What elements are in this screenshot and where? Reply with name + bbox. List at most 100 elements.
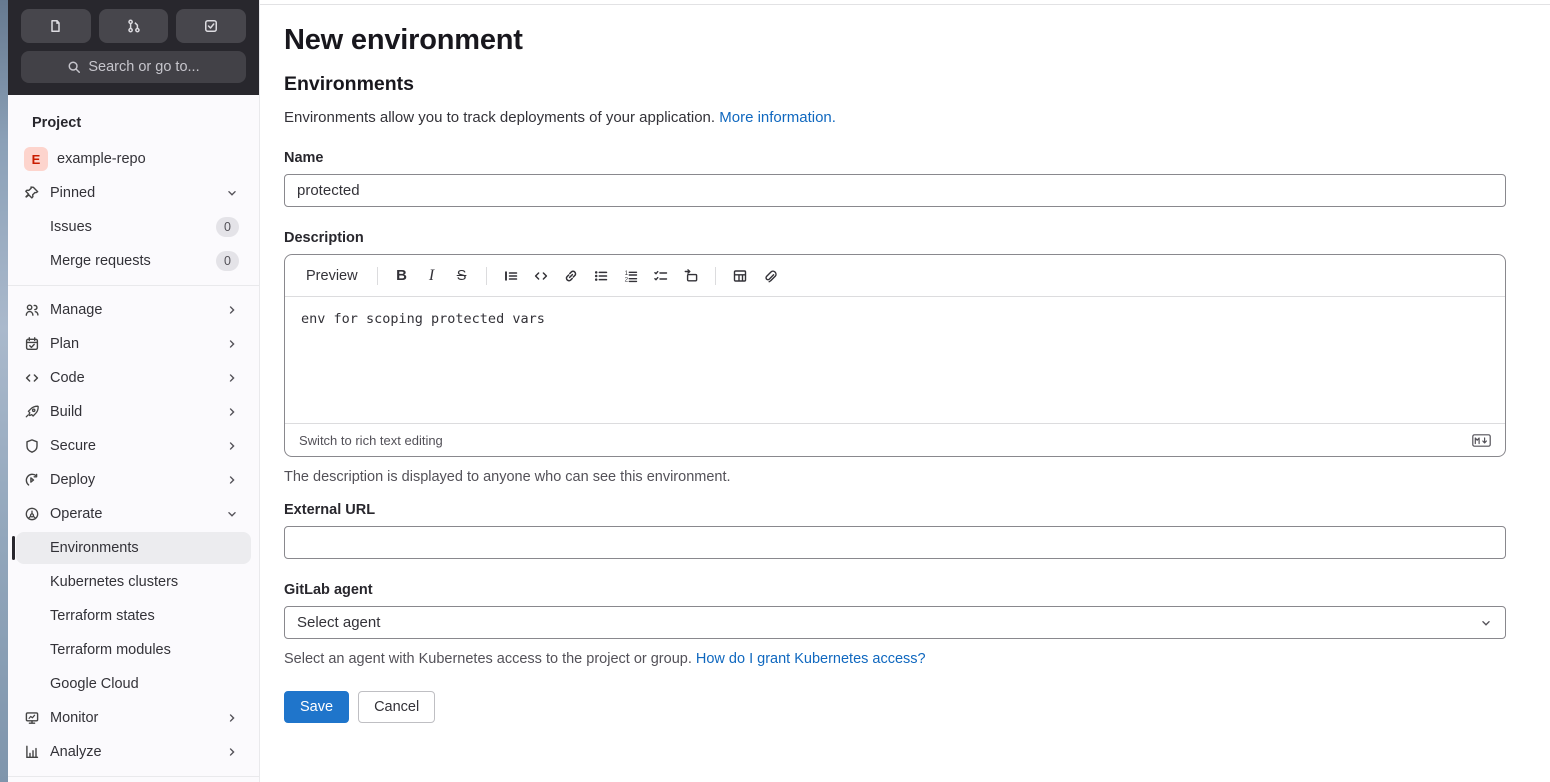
link-button[interactable]	[558, 263, 584, 289]
external-url-input[interactable]	[284, 526, 1506, 559]
page-title: New environment	[284, 24, 523, 56]
check-square-icon	[203, 18, 219, 34]
sidebar-item-deploy[interactable]: Deploy	[16, 464, 251, 496]
collapsible-section-button[interactable]	[678, 263, 704, 289]
project-name: example-repo	[57, 151, 146, 167]
external-url-label: External URL	[284, 502, 376, 518]
table-icon	[732, 268, 748, 284]
switch-to-rich-text-link[interactable]: Switch to rich text editing	[299, 433, 443, 448]
monitor-icon	[24, 710, 40, 726]
agent-select-value: Select agent	[297, 614, 381, 631]
chevron-right-icon	[225, 337, 239, 351]
sidebar-item-google-cloud[interactable]: Google Cloud	[16, 668, 251, 700]
deploy-icon	[24, 472, 40, 488]
merge-requests-label: Merge requests	[50, 253, 151, 269]
sidebar-item-terraform-modules[interactable]: Terraform modules	[16, 634, 251, 666]
bullet-list-icon	[593, 268, 609, 284]
search-input[interactable]: Search or go to...	[21, 51, 246, 83]
toolbar-separator	[485, 266, 487, 285]
chevron-right-icon	[225, 371, 239, 385]
sidebar-item-issues[interactable]: Issues 0	[16, 211, 251, 243]
merge-requests-shortcut-button[interactable]	[98, 9, 169, 43]
task-list-icon	[653, 268, 669, 284]
chevron-right-icon	[225, 303, 239, 317]
kubernetes-access-link[interactable]: How do I grant Kubernetes access?	[696, 651, 926, 667]
more-information-link[interactable]: More information.	[719, 109, 836, 126]
bullet-list-button[interactable]	[588, 263, 614, 289]
strikethrough-button[interactable]: S	[449, 263, 475, 289]
sidebar-item-plan[interactable]: Plan	[16, 328, 251, 360]
description-label: Description	[284, 230, 364, 246]
pin-icon	[24, 185, 40, 201]
italic-button[interactable]: I	[419, 263, 445, 289]
numbered-list-button[interactable]: 12	[618, 263, 644, 289]
chevron-down-icon	[225, 186, 239, 200]
sidebar-item-environments[interactable]: Environments	[12, 532, 251, 564]
agent-select[interactable]: Select agent	[284, 606, 1506, 639]
sidebar-item-terraform-states[interactable]: Terraform states	[16, 600, 251, 632]
chevron-down-icon	[225, 507, 239, 521]
merge-request-icon	[126, 18, 142, 34]
shield-icon	[24, 438, 40, 454]
sidebar-item-build[interactable]: Build	[16, 396, 251, 428]
save-button[interactable]: Save	[284, 691, 350, 723]
sidebar-item-secure[interactable]: Secure	[16, 430, 251, 462]
intro-text: Environments allow you to track deployme…	[284, 109, 836, 126]
sidebar-item-manage[interactable]: Manage	[16, 294, 251, 326]
app-window: Search or go to... Project E example-rep…	[0, 0, 1550, 782]
globe-gear-icon	[24, 506, 40, 522]
description-textarea[interactable]: env for scoping protected vars	[285, 297, 1505, 423]
attach-file-button[interactable]	[757, 263, 783, 289]
toolbar-separator	[714, 266, 716, 285]
sidebar-header: Search or go to...	[8, 0, 259, 95]
users-icon	[24, 302, 40, 318]
sidebar-item-operate[interactable]: Operate	[16, 498, 251, 530]
agent-help-text: Select an agent with Kubernetes access t…	[284, 651, 926, 667]
cancel-button[interactable]: Cancel	[358, 691, 436, 723]
search-icon	[67, 60, 81, 74]
sidebar-item-project[interactable]: E example-repo	[16, 143, 251, 175]
main-content: New environment Environments Environment…	[260, 0, 1550, 782]
blockquote-button[interactable]	[498, 263, 524, 289]
pinned-label: Pinned	[50, 185, 96, 201]
form-actions: Save Cancel	[284, 691, 1506, 723]
link-icon	[563, 268, 579, 284]
description-editor: Preview B I S 12 env for scoping protect…	[284, 254, 1506, 457]
preview-button[interactable]: Preview	[298, 263, 366, 289]
svg-text:2: 2	[624, 276, 628, 283]
calendar-icon	[24, 336, 40, 352]
sidebar-divider	[8, 776, 259, 777]
sidebar-item-monitor[interactable]: Monitor	[16, 702, 251, 734]
sidebar-item-merge-requests[interactable]: Merge requests 0	[16, 245, 251, 277]
table-button[interactable]	[727, 263, 753, 289]
issues-label: Issues	[50, 219, 92, 235]
sidebar-item-analyze[interactable]: Analyze	[16, 736, 251, 768]
sidebar-item-pinned[interactable]: Pinned	[16, 177, 251, 209]
code-icon	[533, 268, 549, 284]
description-help-text: The description is displayed to anyone w…	[284, 469, 731, 485]
sidebar: Search or go to... Project E example-rep…	[8, 0, 260, 782]
task-list-button[interactable]	[648, 263, 674, 289]
code-button[interactable]	[528, 263, 554, 289]
numbered-list-icon: 12	[623, 268, 639, 284]
sidebar-item-code[interactable]: Code	[16, 362, 251, 394]
paperclip-icon	[762, 268, 778, 284]
collapsible-section-icon	[683, 268, 699, 284]
chevron-right-icon	[225, 473, 239, 487]
desktop-edge-strip	[0, 0, 8, 782]
issue-icon	[48, 18, 64, 34]
bold-button[interactable]: B	[389, 263, 415, 289]
markdown-toolbar: Preview B I S 12	[285, 255, 1505, 297]
chevron-right-icon	[225, 439, 239, 453]
chevron-down-icon	[1479, 616, 1493, 630]
sidebar-item-kubernetes-clusters[interactable]: Kubernetes clusters	[16, 566, 251, 598]
name-input[interactable]	[284, 174, 1506, 207]
markdown-icon[interactable]	[1472, 433, 1491, 447]
todo-shortcut-button[interactable]	[176, 9, 247, 43]
issues-shortcut-button[interactable]	[21, 9, 91, 43]
rocket-icon	[24, 404, 40, 420]
toolbar-separator	[376, 266, 378, 285]
sidebar-section-label: Project	[32, 115, 82, 131]
sidebar-nav: Project E example-repo Pinned Issues 0 M…	[8, 95, 259, 782]
name-label: Name	[284, 150, 324, 166]
